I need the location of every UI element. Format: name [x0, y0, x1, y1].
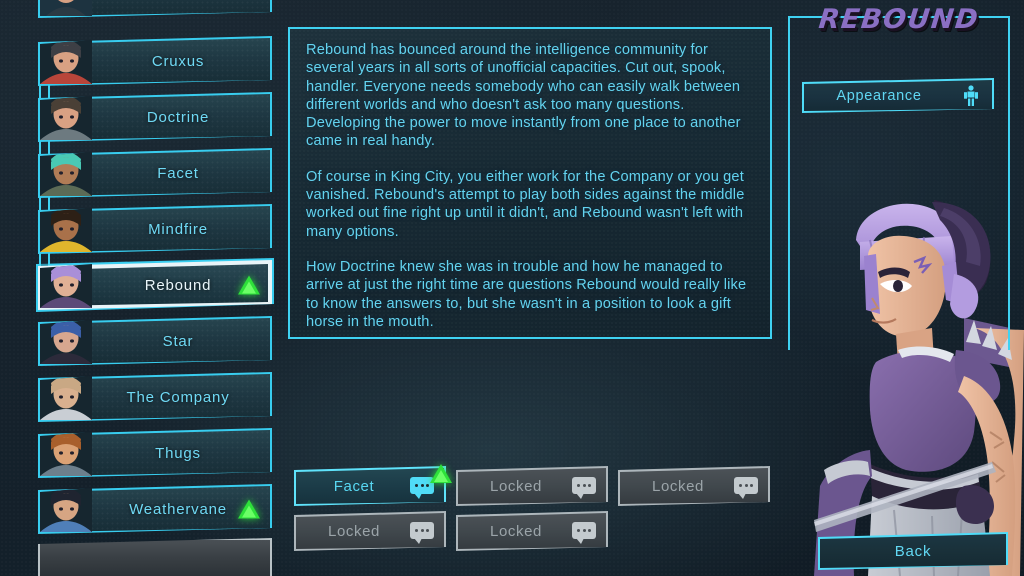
avatar [40, 320, 92, 364]
roster-row-label: Weathervane [129, 500, 227, 518]
roster-row-partial-bottom[interactable] [38, 538, 272, 576]
avatar [40, 488, 92, 532]
roster-row-label: Cruxus [151, 52, 205, 70]
dialogue-topic-button: Locked [294, 511, 446, 551]
avatar [40, 376, 92, 420]
dialogue-topic-button: Locked [618, 466, 770, 506]
bio-paragraph: Of course in King City, you either work … [306, 168, 745, 240]
roster-row[interactable]: Cruxus [38, 36, 272, 86]
roster-row[interactable]: Weathervane [38, 484, 272, 534]
speech-bubble-icon [572, 477, 596, 499]
portrait-art [40, 264, 92, 308]
portrait-art [40, 208, 92, 252]
portrait-art [40, 96, 92, 140]
roster-row-label: Thugs [155, 444, 201, 462]
portrait-art [40, 320, 92, 364]
roster-row[interactable]: Mindfire [38, 204, 272, 254]
bio-paragraph: Rebound has bounced around the intellige… [306, 42, 741, 150]
roster-row-label: Mindfire [148, 220, 208, 238]
topic-button-label: Locked [652, 477, 704, 495]
roster-row[interactable]: Doctrine [38, 92, 272, 142]
appearance-button-label: Appearance [836, 87, 922, 104]
speech-bubble-icon [410, 522, 434, 544]
bio-text-container: Rebound has bounced around the intellige… [290, 29, 770, 341]
roster-row[interactable]: Facet [38, 148, 272, 198]
speech-bubble-icon [734, 477, 758, 499]
detail-panel-frame [788, 16, 1010, 350]
avatar [40, 0, 92, 16]
bio-paragraph: How Doctrine knew she was in trouble and… [306, 258, 747, 330]
avatar [40, 432, 92, 476]
avatar [40, 96, 92, 140]
new-content-marker-icon [430, 464, 452, 483]
portrait-art [40, 432, 92, 476]
character-codex-screen: Cruxus Doctrine Facet Mindfire Rebound Star Th… [0, 0, 1024, 576]
character-roster-sidebar: Cruxus Doctrine Facet Mindfire Rebound Star Th… [0, 0, 288, 576]
roster-scrollbar-track[interactable] [18, 6, 50, 570]
back-button-label: Back [894, 542, 932, 560]
dialogue-topic-button[interactable]: Facet [294, 464, 452, 506]
appearance-button[interactable]: Appearance [802, 78, 994, 113]
dialogue-topic-buttons: Facet Locked Locked Locked Locked [288, 458, 788, 568]
back-button[interactable]: Back [818, 532, 1008, 570]
avatar [40, 208, 92, 252]
dialogue-topic-button: Locked [456, 466, 608, 506]
portrait-art [40, 488, 92, 532]
roster-row[interactable]: Rebound [36, 258, 274, 312]
roster-row-label: The Company [126, 388, 230, 406]
topic-button-label: Locked [490, 522, 542, 540]
roster-row-label: Star [162, 332, 194, 350]
roster-row-label: Doctrine [146, 108, 210, 126]
page-title: REBOUND [817, 4, 981, 35]
portrait-art [40, 40, 92, 84]
topic-button-label: Locked [328, 522, 380, 540]
dialogue-topic-button: Locked [456, 511, 608, 551]
roster-row[interactable]: Star [38, 316, 272, 366]
roster-list: Cruxus Doctrine Facet Mindfire Rebound Star Th… [36, 0, 278, 576]
avatar [40, 152, 92, 196]
portrait-art [40, 376, 92, 420]
portrait-art [40, 152, 92, 196]
roster-row[interactable]: The Company [38, 372, 272, 422]
person-silhouette-icon [964, 85, 978, 106]
new-content-marker-icon [238, 499, 260, 519]
avatar [40, 40, 92, 84]
character-detail-panel: REBOUND Appearance [788, 4, 1010, 561]
roster-row-label: Rebound [144, 276, 212, 294]
new-content-marker-icon [238, 275, 260, 295]
roster-row-label: Facet [157, 164, 199, 182]
character-bio-panel: Rebound has bounced around the intellige… [288, 27, 772, 339]
speech-bubble-icon [572, 522, 596, 544]
topic-button-label: Facet [333, 477, 375, 495]
avatar [40, 264, 92, 308]
portrait-art [40, 0, 92, 16]
topic-button-label: Locked [490, 477, 542, 495]
roster-row[interactable]: Thugs [38, 428, 272, 478]
